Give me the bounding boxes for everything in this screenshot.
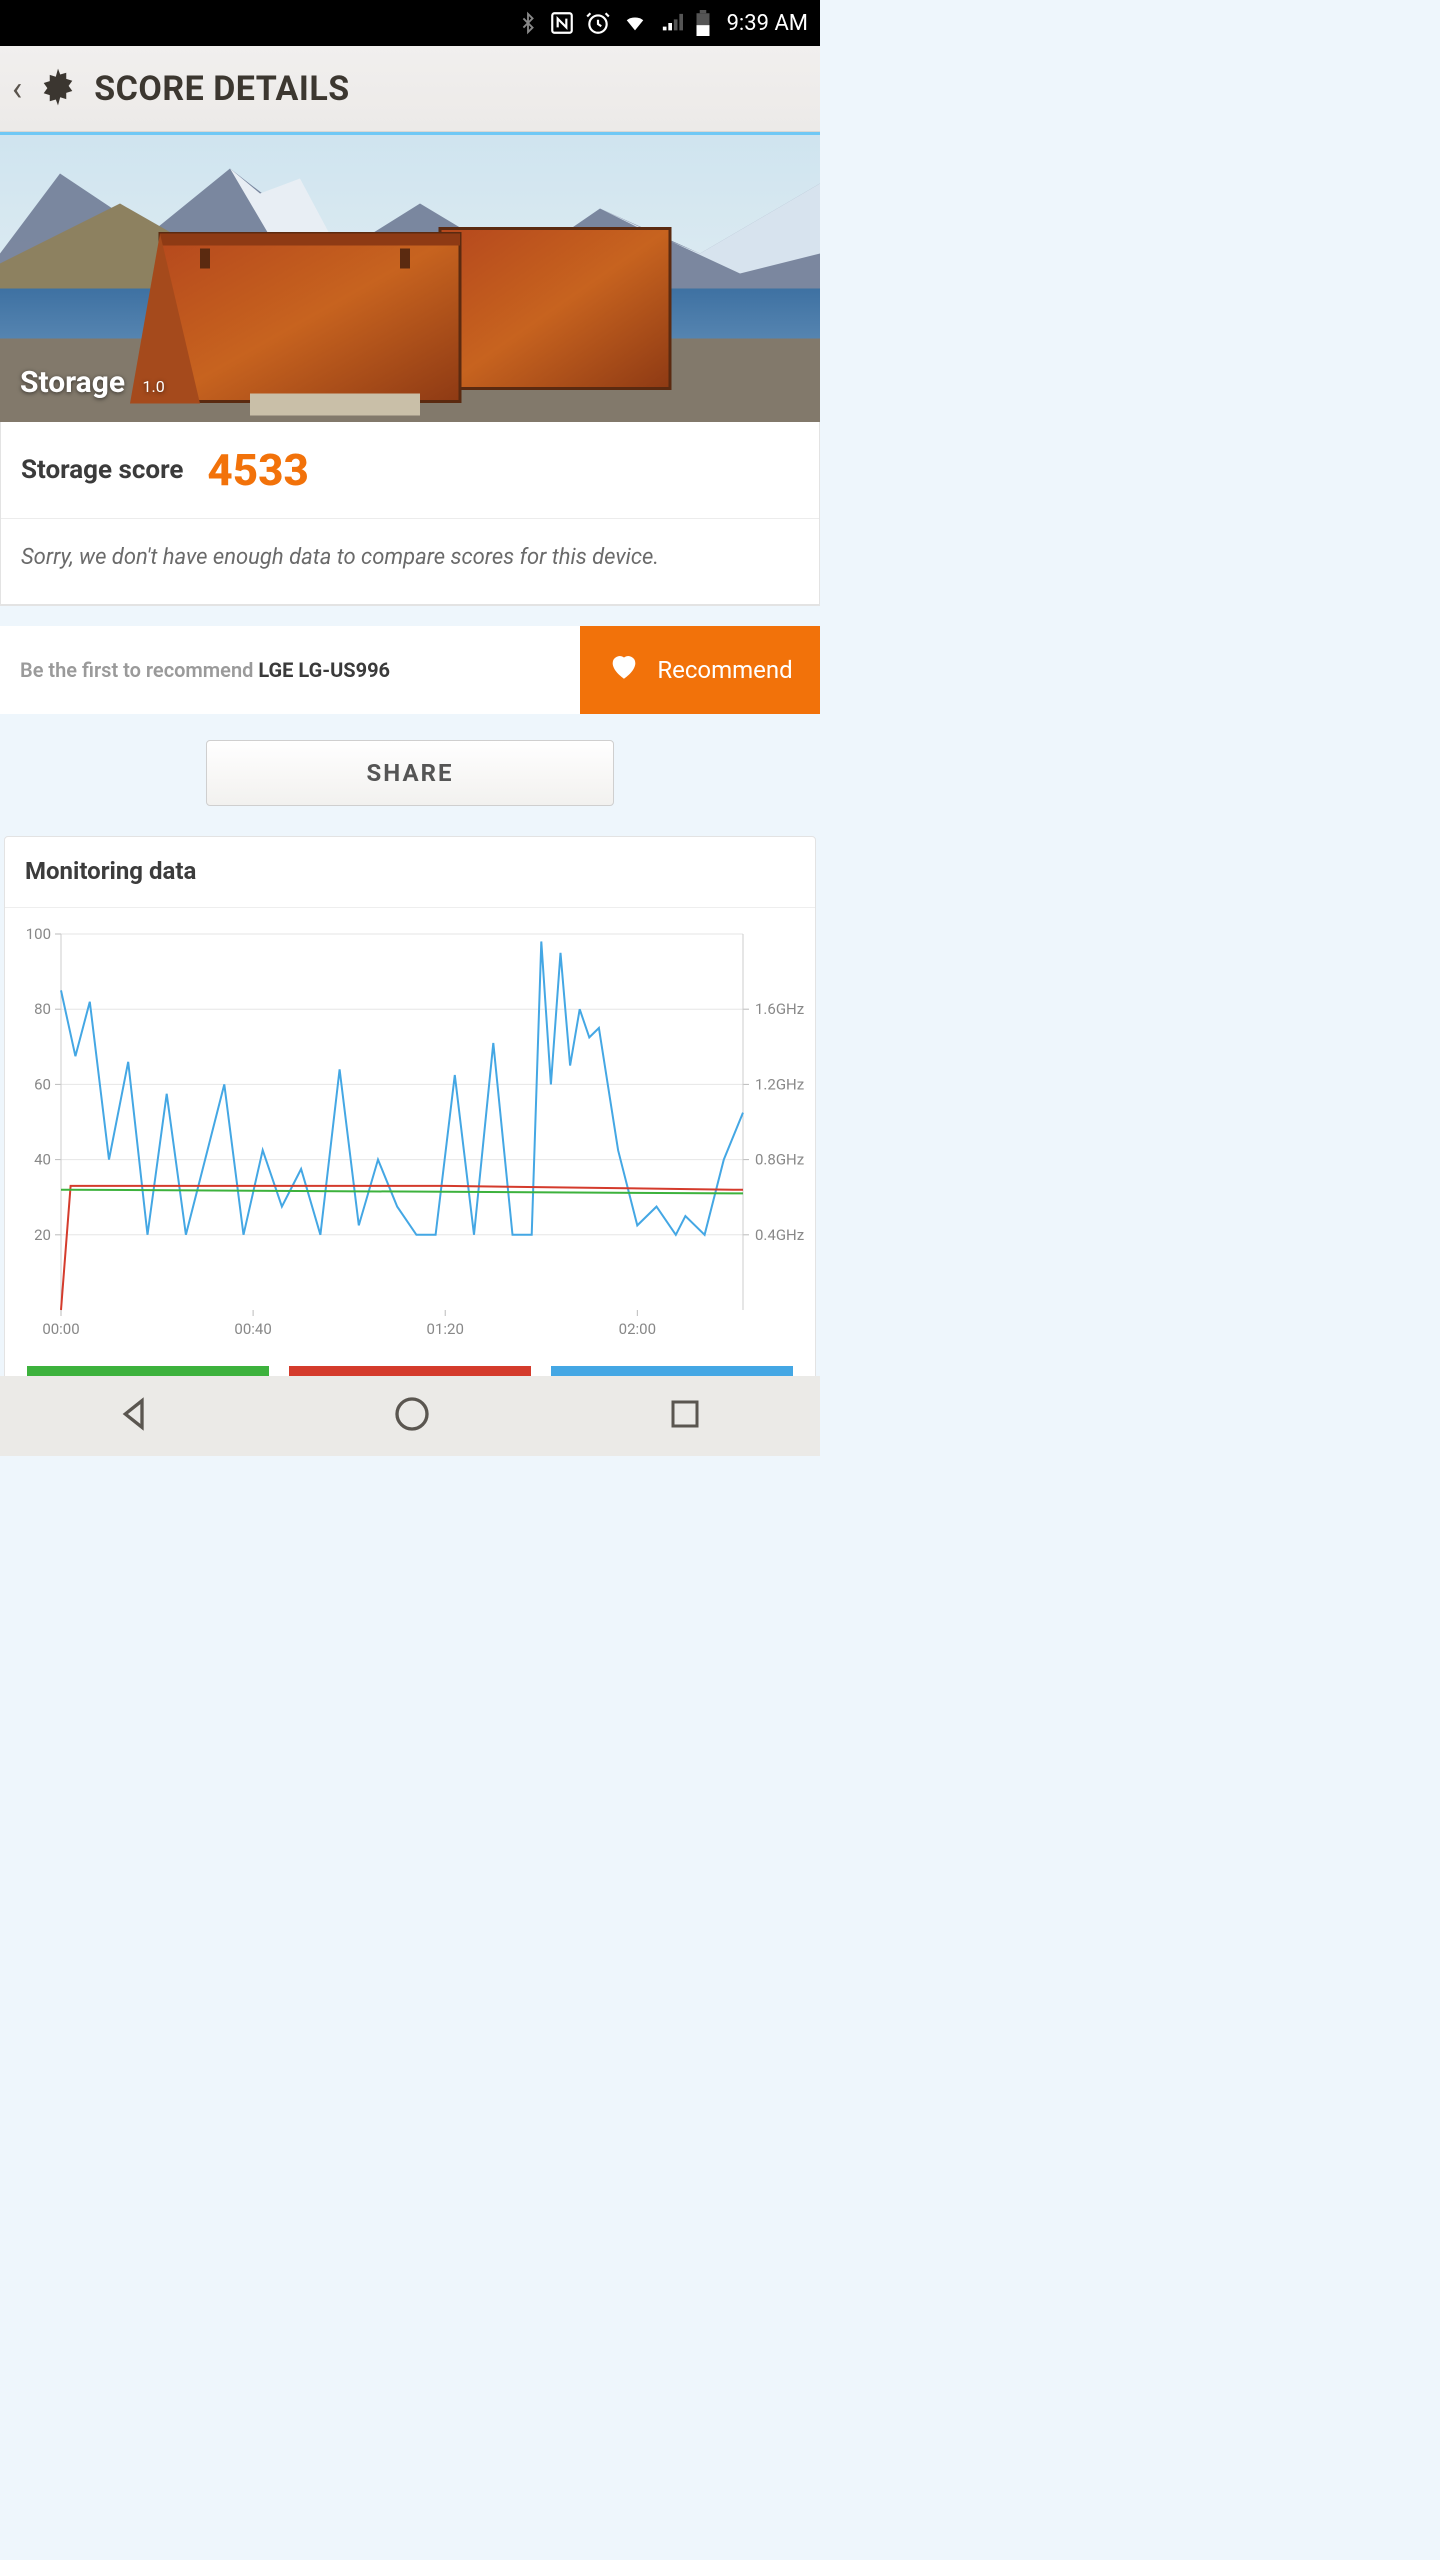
back-icon[interactable]: ‹ <box>12 69 22 109</box>
hero-test-version: 1.0 <box>143 377 165 396</box>
status-time: 9:39 AM <box>727 11 808 36</box>
hero-test-label: Storage <box>20 365 125 400</box>
monitoring-chart: 20 40 60 80 100 0.4GHz 0.8GHz 1.2GHz 1.6GHz 00:00… <box>5 908 815 1366</box>
app-logo-icon <box>36 65 80 113</box>
share-row: SHARE <box>0 714 820 836</box>
wifi-icon <box>621 12 649 34</box>
score-value: 4533 <box>207 444 309 496</box>
score-row: Storage score 4533 <box>1 422 819 519</box>
svg-text:00:00: 00:00 <box>42 1320 79 1338</box>
monitoring-card: Monitoring data 20 40 60 80 100 0.4GHz 0.8GHz 1… <box>4 836 816 1408</box>
svg-text:100: 100 <box>26 925 51 943</box>
battery-icon <box>695 10 711 36</box>
share-button[interactable]: SHARE <box>206 740 614 806</box>
svg-text:0.8GHz: 0.8GHz <box>755 1151 804 1169</box>
svg-text:80: 80 <box>34 1000 51 1018</box>
bluetooth-icon <box>517 10 539 36</box>
nav-recent-button[interactable] <box>667 1396 703 1436</box>
device-name: LGE LG-US996 <box>258 658 390 682</box>
recommend-button[interactable]: Recommend <box>580 626 820 714</box>
svg-text:40: 40 <box>34 1151 51 1169</box>
no-comparison-message: Sorry, we don't have enough data to comp… <box>1 519 819 605</box>
recommend-button-label: Recommend <box>657 656 792 684</box>
score-card: Storage score 4533 Sorry, we don't have … <box>0 422 820 606</box>
cell-signal-icon <box>659 12 685 34</box>
share-button-label: SHARE <box>367 759 454 787</box>
android-status-bar: 9:39 AM <box>0 0 820 46</box>
svg-text:60: 60 <box>34 1075 51 1093</box>
monitoring-title: Monitoring data <box>5 837 815 908</box>
svg-text:02:00: 02:00 <box>619 1320 656 1338</box>
svg-text:0.4GHz: 0.4GHz <box>755 1226 804 1244</box>
alarm-icon <box>585 10 611 36</box>
android-nav-bar <box>0 1376 820 1456</box>
svg-text:1.2GHz: 1.2GHz <box>755 1075 804 1093</box>
page-title: SCORE DETAILS <box>94 69 349 109</box>
svg-text:00:40: 00:40 <box>234 1320 271 1338</box>
recommend-text: Be the first to recommend LGE LG-US996 <box>20 658 390 682</box>
nav-back-button[interactable] <box>117 1394 157 1438</box>
recommend-strip: Be the first to recommend LGE LG-US996 R… <box>0 626 820 714</box>
hero-image: Storage 1.0 <box>0 132 820 422</box>
recommend-prefix: Be the first to recommend <box>20 658 258 682</box>
svg-text:1.6GHz: 1.6GHz <box>755 1000 804 1018</box>
svg-text:20: 20 <box>34 1226 51 1244</box>
nav-home-button[interactable] <box>392 1394 432 1438</box>
svg-text:01:20: 01:20 <box>427 1320 464 1338</box>
nfc-icon <box>549 10 575 36</box>
score-label: Storage score <box>21 455 183 485</box>
hero-test-name: Storage 1.0 <box>20 365 165 400</box>
heart-icon <box>607 649 641 691</box>
app-header: ‹ SCORE DETAILS <box>0 46 820 132</box>
